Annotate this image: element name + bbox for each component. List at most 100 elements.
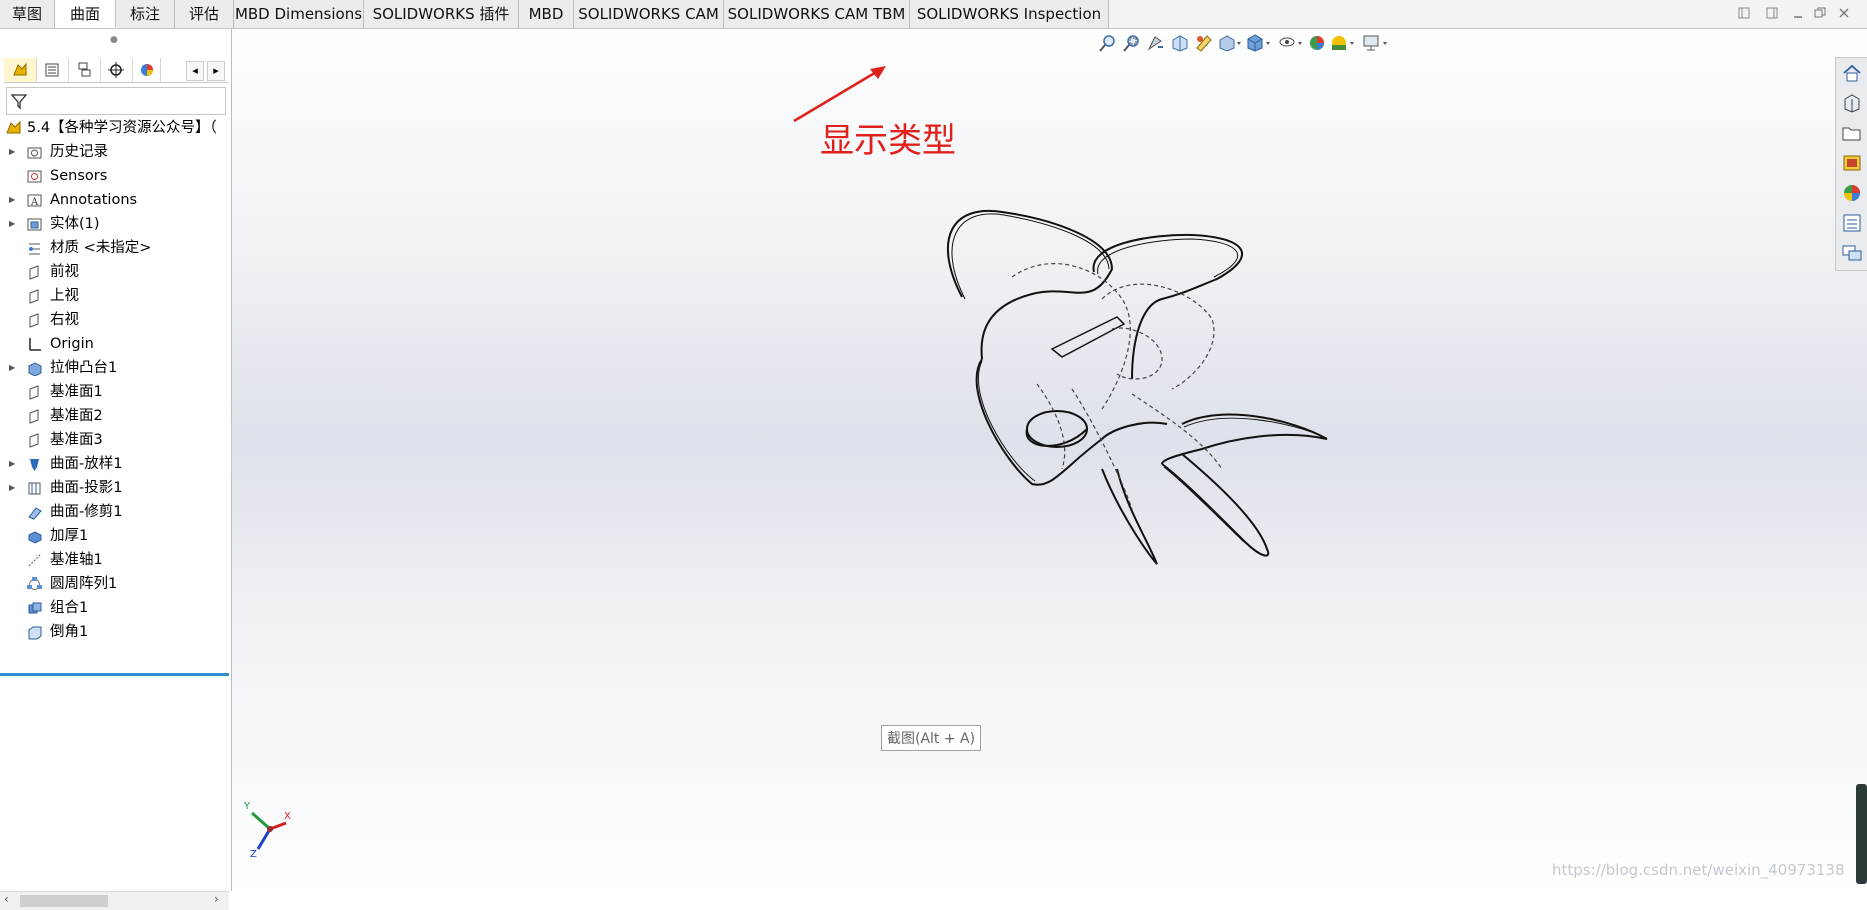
tree-item[interactable]: ▶ 拉伸凸台1	[0, 357, 231, 379]
tree-filter-input[interactable]	[6, 87, 226, 115]
tree-item[interactable]: 加厚1	[0, 525, 231, 547]
tree-item[interactable]: ▶ 曲面-投影1	[0, 477, 231, 499]
scroll-left-icon[interactable]: ‹	[4, 892, 9, 906]
view-settings-icon[interactable]	[1362, 33, 1387, 57]
scroll-right-icon[interactable]: ›	[214, 892, 219, 906]
tab-solidworks-inspection[interactable]: SOLIDWORKS Inspection	[910, 0, 1109, 28]
watermark: https://blog.csdn.net/weixin_40973138	[1552, 861, 1845, 879]
design-library-icon[interactable]	[1841, 92, 1863, 114]
tree-item-label: 历史记录	[50, 144, 108, 160]
expand-arrow-icon[interactable]: ▶	[9, 477, 15, 499]
tab-solidworks-cam-tbm[interactable]: SOLIDWORKS CAM TBM	[724, 0, 910, 28]
tab-mbd-dimensions[interactable]: MBD Dimensions	[234, 0, 364, 28]
appearance-ball-icon	[141, 64, 153, 76]
tree-item[interactable]: 基准轴1	[0, 549, 231, 571]
tree-item-label: Sensors	[50, 168, 108, 184]
surface-project-icon	[28, 482, 41, 495]
reference-triad: Y X Z	[243, 801, 291, 859]
display-style-icon[interactable]	[1246, 33, 1270, 57]
crosshair-icon	[108, 62, 124, 78]
pane-grip-icon[interactable]: ●	[110, 35, 118, 45]
expand-arrow-icon[interactable]: ▶	[9, 189, 15, 211]
origin-icon	[29, 338, 41, 351]
tab-evaluate[interactable]: 评估	[175, 0, 234, 28]
display-manager-tab[interactable]	[132, 58, 161, 82]
tree-item[interactable]: ▶ 实体(1)	[0, 213, 231, 235]
panel-right-icon[interactable]	[1765, 7, 1779, 21]
restore-icon[interactable]	[1813, 7, 1827, 21]
tree-item[interactable]: ▶ 曲面-放样1	[0, 453, 231, 475]
tree-item[interactable]: Sensors	[0, 165, 231, 187]
tree-item-label: 实体(1)	[50, 216, 100, 232]
home-icon[interactable]	[1841, 62, 1863, 84]
tab-surfaces[interactable]: 曲面	[55, 0, 116, 28]
propeller-model[interactable]	[862, 179, 1382, 599]
expand-arrow-icon[interactable]: ▶	[9, 357, 15, 379]
tab-sketch[interactable]: 草图	[0, 0, 55, 28]
plane-icon	[29, 265, 39, 280]
custom-properties-icon[interactable]	[1841, 212, 1863, 234]
expand-arrow-icon[interactable]: ▶	[9, 213, 15, 235]
tree-root[interactable]: 5.4【各种学习资源公众号】（	[0, 117, 231, 139]
dimxpert-manager-tab[interactable]	[100, 58, 133, 82]
file-explorer-icon[interactable]	[1841, 122, 1863, 144]
graphics-area[interactable]: 显示类型 截图(Alt + A) Y X Z https://blog.csdn…	[232, 29, 1867, 891]
horizontal-scrollbar[interactable]: ‹ ›	[0, 891, 229, 910]
snip-tooltip: 截图(Alt + A)	[881, 725, 982, 751]
forum-icon[interactable]	[1841, 242, 1863, 264]
tree-item[interactable]: 上视	[0, 285, 231, 307]
tree-item-label: 基准面3	[50, 432, 103, 448]
zoom-to-area-icon[interactable]	[1122, 33, 1144, 57]
tree-item[interactable]: ▶ A Annotations	[0, 189, 231, 211]
tree-item[interactable]: 右视	[0, 309, 231, 331]
tree-item[interactable]: 前视	[0, 261, 231, 283]
configuration-manager-tab[interactable]	[68, 58, 101, 82]
property-manager-tab[interactable]	[36, 58, 69, 82]
tree-item[interactable]: 基准面1	[0, 381, 231, 403]
tabs-scroll-right-button[interactable]: ▸	[207, 61, 225, 81]
configuration-icon	[78, 62, 91, 77]
close-icon[interactable]	[1837, 7, 1851, 21]
tree-item[interactable]: 材质 <未指定>	[0, 237, 231, 259]
feature-manager-tab[interactable]	[4, 58, 37, 82]
zoom-to-fit-icon[interactable]	[1098, 33, 1120, 57]
expand-arrow-icon[interactable]: ▶	[9, 453, 15, 475]
combine-icon	[28, 602, 42, 614]
tab-solidworks-cam[interactable]: SOLIDWORKS CAM	[574, 0, 724, 28]
tree-item[interactable]: 组合1	[0, 597, 231, 619]
material-icon	[29, 243, 40, 255]
solid-bodies-icon	[27, 218, 42, 231]
edit-appearance-icon[interactable]	[1308, 33, 1330, 57]
tree-item[interactable]: ▶ 历史记录	[0, 141, 231, 163]
tabs-scroll-left-button[interactable]: ◂	[186, 61, 204, 81]
previous-view-icon[interactable]	[1146, 33, 1168, 57]
scroll-thumb[interactable]	[20, 895, 108, 907]
hide-show-items-icon[interactable]	[1278, 33, 1302, 57]
tab-solidworks-addins[interactable]: SOLIDWORKS 插件	[364, 0, 519, 28]
axis-icon	[28, 554, 41, 567]
tree-item[interactable]: 倒角1	[0, 621, 231, 643]
sensor-icon	[27, 170, 42, 183]
tree-item[interactable]: 曲面-修剪1	[0, 501, 231, 523]
apply-scene-icon[interactable]	[1330, 33, 1354, 57]
minimize-icon[interactable]	[1791, 7, 1805, 21]
tree-item[interactable]: Origin	[0, 333, 231, 355]
tree-item-label: Origin	[50, 336, 94, 352]
tab-mbd[interactable]: MBD	[519, 0, 574, 28]
callout-label: 显示类型	[820, 121, 956, 161]
tree-item[interactable]: 圆周阵列1	[0, 573, 231, 595]
side-scroll-grip[interactable]	[1856, 784, 1867, 884]
tree-item[interactable]: 基准面3	[0, 429, 231, 451]
appearances-scenes-icon[interactable]	[1841, 182, 1863, 204]
dynamic-annotation-icon[interactable]	[1194, 33, 1216, 57]
view-orientation-icon[interactable]	[1218, 33, 1241, 57]
panel-left-icon[interactable]	[1737, 7, 1751, 21]
triad-y-label: Y	[243, 801, 251, 812]
tree-item[interactable]: 基准面2	[0, 405, 231, 427]
expand-arrow-icon[interactable]: ▶	[9, 141, 15, 163]
rollback-bar[interactable]	[0, 673, 229, 676]
section-view-icon[interactable]	[1170, 33, 1192, 57]
tab-markup[interactable]: 标注	[116, 0, 175, 28]
view-palette-icon[interactable]	[1841, 152, 1863, 174]
tree-item-label: 基准轴1	[50, 552, 103, 568]
